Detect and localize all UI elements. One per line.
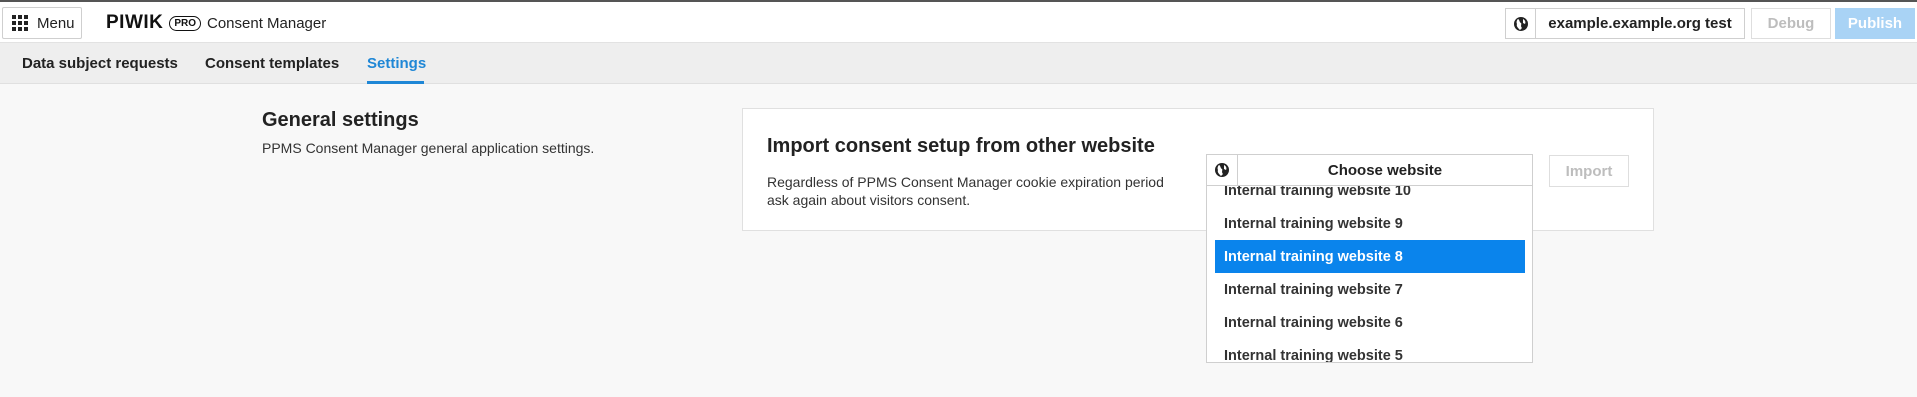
logo-badge: PRO: [169, 15, 202, 31]
apps-grid-icon: [12, 15, 28, 31]
website-selector[interactable]: example.example.org test: [1505, 8, 1745, 39]
publish-button[interactable]: Publish: [1835, 8, 1915, 39]
tab-bar: Data subject requests Consent templates …: [0, 43, 1917, 84]
dropdown-option[interactable]: Internal training website 10: [1215, 186, 1525, 207]
general-settings-title: General settings: [262, 109, 419, 131]
logo-word: PIWIK: [106, 12, 164, 33]
import-panel-title: Import consent setup from other website: [767, 135, 1155, 157]
tab-data-subject-requests[interactable]: Data subject requests: [22, 55, 178, 72]
menu-label: Menu: [37, 14, 75, 32]
choose-website-select[interactable]: Choose website: [1206, 154, 1533, 186]
dropdown-option[interactable]: Internal training website 9: [1215, 207, 1525, 240]
website-dropdown-list[interactable]: Internal training website 10 Internal tr…: [1206, 186, 1533, 363]
debug-button[interactable]: Debug: [1751, 8, 1831, 39]
dropdown-option-selected[interactable]: Internal training website 8: [1215, 240, 1525, 273]
tab-consent-templates[interactable]: Consent templates: [205, 55, 339, 72]
tab-settings[interactable]: Settings: [367, 55, 426, 72]
top-bar: Menu PIWIK PRO Consent Manager example.e…: [0, 2, 1917, 43]
general-settings-description: PPMS Consent Manager general application…: [262, 140, 595, 156]
import-panel-description: Regardless of PPMS Consent Manager cooki…: [767, 174, 1164, 208]
globe-icon: [1506, 9, 1536, 38]
piwik-pro-logo[interactable]: PIWIK PRO: [106, 12, 202, 34]
dropdown-option[interactable]: Internal training website 5: [1215, 339, 1525, 363]
globe-icon: [1207, 155, 1238, 185]
menu-button[interactable]: Menu: [2, 7, 82, 39]
dropdown-option[interactable]: Internal training website 7: [1215, 273, 1525, 306]
import-button[interactable]: Import: [1549, 155, 1629, 187]
choose-website-label: Choose website: [1327, 161, 1443, 179]
website-name: example.example.org test: [1548, 15, 1732, 32]
active-tab-indicator: [367, 81, 424, 84]
dropdown-option[interactable]: Internal training website 6: [1215, 306, 1525, 339]
app-title: Consent Manager: [207, 15, 327, 32]
